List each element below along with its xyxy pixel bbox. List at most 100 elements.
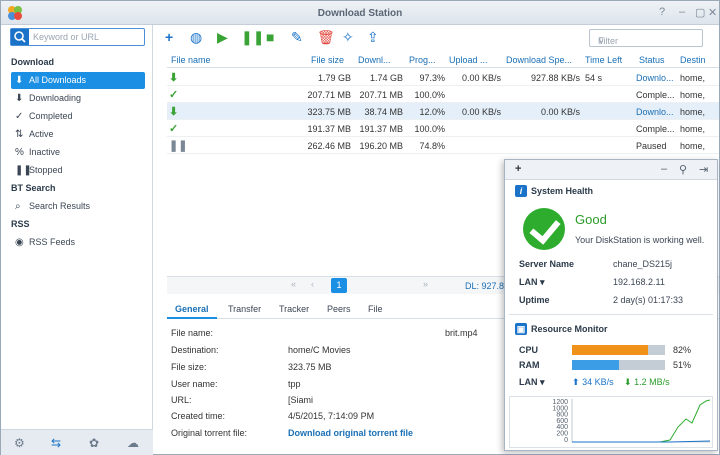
cell-upload-speed: 0.00 KB/s [461,73,501,83]
current-page[interactable]: 1 [331,278,347,293]
completed-check-icon: ✓ [169,89,179,101]
download-icon: ⬇ [15,93,24,104]
stop-icon[interactable]: ■ [266,29,274,45]
upload-arrow-icon: ⬆ [572,377,580,387]
edit-icon[interactable]: ✎ [291,29,303,45]
cpu-percent: 82% [673,345,692,355]
collapse-icon[interactable]: ⇥ [699,163,708,176]
cpu-bar-fill [572,345,649,355]
clear-icon[interactable]: ✧ [342,29,354,45]
pause-icon: ❚❚ [15,165,32,176]
add-widget-icon[interactable]: + [515,163,521,175]
nav-stopped[interactable]: ❚❚ Stopped [11,162,145,179]
add-icon[interactable]: + [165,29,173,45]
cpu-bar [572,345,665,355]
downloading-icon: ⬇ [169,106,179,118]
cell-status: Comple... [636,90,675,100]
nav-inactive[interactable]: % Inactive [11,144,145,161]
created-time-value: 4/5/2015, 7:14:09 PM [288,411,375,421]
uptime-label: Uptime [519,295,550,305]
nav-completed[interactable]: ✓ Completed [11,108,145,125]
settings-gear-icon[interactable]: ⚙ [14,436,25,450]
file-name-label: File name: [171,328,214,338]
tab-transfer[interactable]: Transfer [228,304,261,314]
col-download-speed[interactable]: Download Spe... [506,55,572,65]
title-bar: Download Station ? – ▢ ✕ [1,1,719,25]
share-icon[interactable]: ⇪ [367,29,379,45]
tab-general[interactable]: General [175,304,209,314]
ram-bar-fill [572,360,620,370]
ram-bar [572,360,665,370]
prev-page-icon[interactable]: ‹ [311,279,314,289]
pause-icon[interactable]: ❚❚ [241,29,264,45]
cloud-icon[interactable]: ☁ [127,436,139,450]
search-icon: ⌕ [15,201,21,212]
lan-label[interactable]: LAN ▾ [519,277,545,288]
minimize-icon[interactable]: – [679,6,685,18]
resource-monitor-header: ▣ Resource Monitor [515,323,608,335]
nav-downloading[interactable]: ⬇ Downloading [11,90,145,107]
resume-icon[interactable]: ▶ [217,29,228,45]
col-upload[interactable]: Upload ... [449,55,488,65]
cell-destination: home, [680,90,706,100]
transfer-icon[interactable]: ⇆ [51,436,61,450]
pin-icon[interactable]: ⚲ [679,163,687,176]
table-row[interactable]: ✓ 191.37 MB 191.37 MB 100.0% Comple... home, [167,120,719,137]
network-graph-svg: 120010008006004002000 [552,399,711,444]
completed-check-icon: ✓ [169,123,179,135]
search-icon [11,29,29,45]
uptime-value: 2 day(s) 01:17:33 [613,295,684,305]
cell-destination: home, [680,73,706,83]
health-status: Good [575,212,607,227]
add-url-icon[interactable]: ◍ [190,29,202,45]
cell-progress: 100.0% [414,124,445,134]
server-name-label: Server Name [519,259,575,269]
file-size-label: File size: [171,362,207,372]
help-icon[interactable]: ? [659,6,665,18]
table-row[interactable]: ⬇ 1.79 GB 1.74 GB 97.3% 0.00 KB/s 927.88 KB/s… [167,69,719,86]
close-icon[interactable]: ✕ [708,6,717,19]
nav-all-downloads[interactable]: ⬇ All Downloads [11,72,145,89]
cell-progress: 74.8% [419,141,445,151]
nav-search-results[interactable]: ⌕ Search Results [11,198,145,215]
col-time-left[interactable]: Time Left [585,55,622,65]
divider [509,314,713,315]
table-row[interactable]: ⬇ 323.75 MB 38.74 MB 12.0% 0.00 KB/s 0.00 KB/… [167,103,719,120]
cell-upload-speed: 0.00 KB/s [461,107,501,117]
nav-rss-feeds[interactable]: ◉ RSS Feeds [11,234,145,251]
upload-speed: ⬆ 34 KB/s [572,377,614,387]
table-row[interactable]: ❚❚ 262.46 MB 196.20 MB 74.8% Paused home, [167,137,719,154]
tab-file[interactable]: File [368,304,383,314]
cell-status: Downlo... [636,73,674,83]
next-page-icon[interactable]: » [423,279,428,289]
filter-input[interactable]: ⊽ Filter [589,29,703,47]
cell-progress: 97.3% [419,73,445,83]
table-row[interactable]: ✓ 207.71 MB 207.71 MB 100.0% Comple... home, [167,86,719,103]
search-input[interactable]: Keyword or URL [10,28,145,46]
resource-lan-label[interactable]: LAN ▾ [519,377,545,388]
maximize-icon[interactable]: ▢ [695,6,705,19]
nav-active[interactable]: ⇅ Active [11,126,145,143]
download-station-window: Download Station ? – ▢ ✕ Keyword or URL … [0,0,720,455]
minimize-icon[interactable]: – [661,163,667,175]
first-page-icon[interactable]: « [291,279,296,289]
cell-destination: home, [680,141,706,151]
col-destination[interactable]: Destin [680,55,706,65]
user-name-label: User name: [171,379,218,389]
lan-ip-value: 192.168.2.11 [613,277,665,287]
tab-tracker[interactable]: Tracker [279,304,309,314]
tab-peers[interactable]: Peers [327,304,351,314]
cell-downloaded: 207.71 MB [359,90,403,100]
url-label: URL: [171,395,192,405]
col-file-name[interactable]: File name [171,55,211,65]
download-torrent-link[interactable]: Download original torrent file [288,428,413,438]
delete-icon[interactable]: 🗑 [317,29,335,45]
cell-destination: home, [680,124,706,134]
col-downloaded[interactable]: Downl... [358,55,391,65]
col-status[interactable]: Status [639,55,665,65]
col-progress[interactable]: Prog... [409,55,436,65]
cell-status: Paused [636,141,667,151]
good-check-icon [523,208,565,250]
col-file-size[interactable]: File size [311,55,344,65]
emule-icon[interactable]: ✿ [89,436,99,450]
